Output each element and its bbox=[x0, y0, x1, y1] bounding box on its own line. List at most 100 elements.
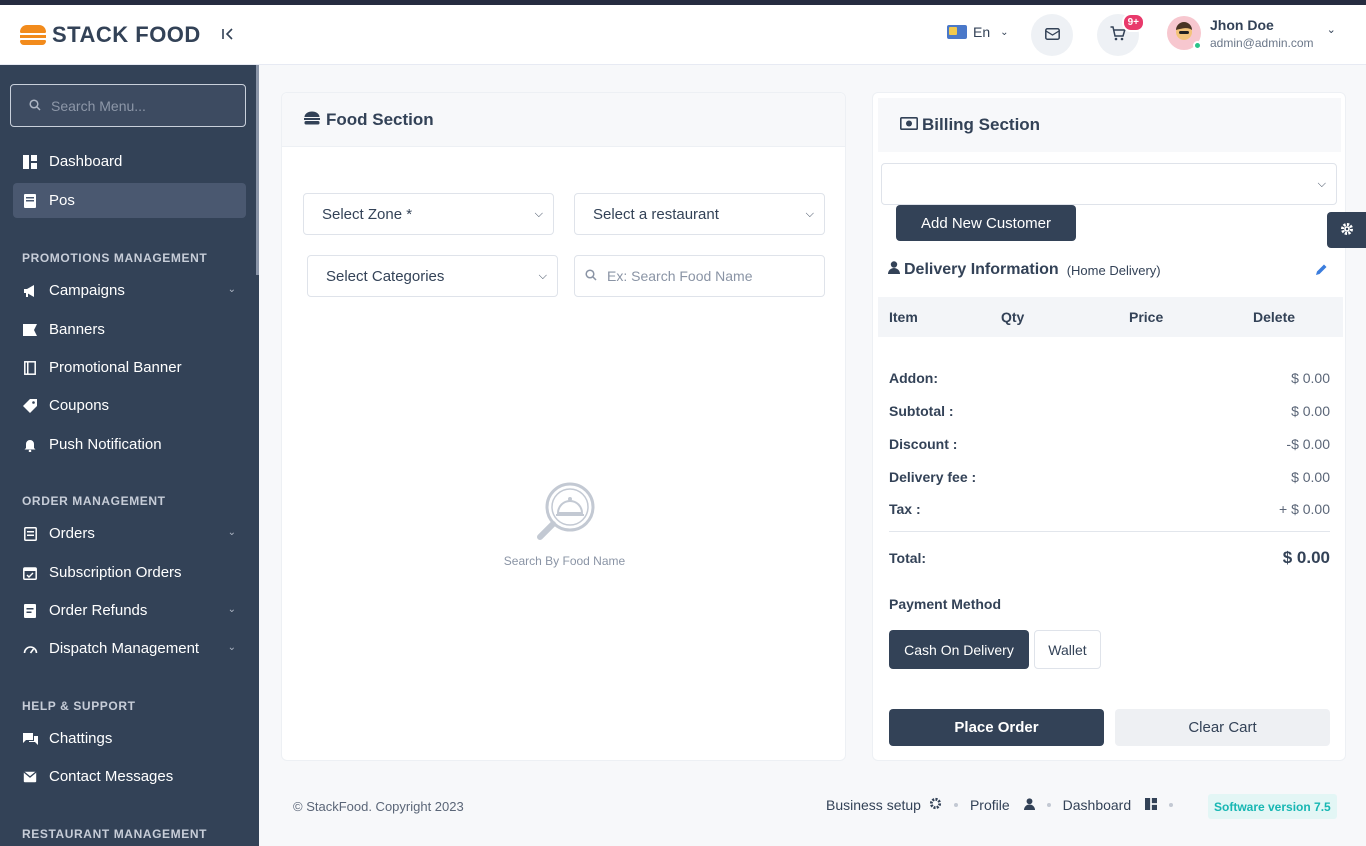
summary-label: Discount : bbox=[889, 436, 958, 452]
cart-table-header: Item Qty Price Delete bbox=[878, 297, 1343, 337]
pos-icon bbox=[22, 193, 38, 209]
food-section-header: Food Section bbox=[282, 93, 845, 147]
user-menu[interactable]: Jhon Doe admin@admin.com ⌄ bbox=[1167, 16, 1336, 50]
gauge-icon bbox=[22, 641, 38, 657]
chat-icon bbox=[22, 731, 38, 747]
summary-value: $ 0.00 bbox=[1291, 469, 1330, 485]
dashboard-link[interactable]: Dashboard bbox=[1063, 797, 1132, 813]
brand-bar: STACK FOOD bbox=[0, 5, 259, 65]
sidebar-item-label: Order Refunds bbox=[49, 602, 148, 619]
summary-addon: Addon: $ 0.00 bbox=[889, 370, 1330, 386]
column-item: Item bbox=[889, 309, 918, 325]
summary-total: Total: $ 0.00 bbox=[889, 548, 1330, 568]
empty-state: Search By Food Name bbox=[282, 477, 847, 568]
cart-button[interactable]: 9+ bbox=[1097, 13, 1145, 56]
zone-select[interactable]: Select Zone * ⌵ bbox=[303, 193, 554, 235]
user-icon bbox=[888, 261, 900, 279]
restaurant-select[interactable]: Select a restaurant ⌵ bbox=[574, 193, 825, 235]
sidebar-item-promotional-banner[interactable]: Promotional Banner bbox=[13, 350, 246, 385]
sidebar-item-contact-messages[interactable]: Contact Messages bbox=[13, 759, 246, 794]
sidebar-item-label: Campaigns bbox=[49, 282, 125, 299]
chevron-down-icon: ⌄ bbox=[1000, 26, 1009, 38]
collapse-sidebar-icon[interactable] bbox=[222, 27, 234, 44]
chevron-down-icon: ⌵ bbox=[534, 208, 543, 220]
summary-tax: Tax : + $ 0.00 bbox=[889, 501, 1330, 517]
sidebar-item-dashboard[interactable]: Dashboard bbox=[13, 144, 246, 179]
bell-icon bbox=[22, 437, 38, 453]
summary-value: -$ 0.00 bbox=[1286, 436, 1330, 452]
sidebar-scrollbar[interactable] bbox=[256, 65, 259, 275]
sidebar-item-coupons[interactable]: Coupons bbox=[13, 388, 246, 423]
sidebar-item-chattings[interactable]: Chattings bbox=[13, 721, 246, 756]
user-name: Jhon Doe bbox=[1210, 16, 1274, 33]
chevron-down-icon: ⌄ bbox=[1326, 23, 1336, 36]
footer-links: Business setup Profile Dashboard bbox=[826, 797, 1177, 813]
payment-method-title: Payment Method bbox=[889, 596, 1002, 612]
delivery-information: Delivery Information (Home Delivery) bbox=[888, 261, 1161, 279]
sidebar-item-label: Dispatch Management bbox=[49, 640, 200, 657]
section-title-help: HELP & SUPPORT bbox=[22, 699, 136, 713]
chevron-down-icon: ⌄ bbox=[227, 642, 236, 653]
sidebar-item-push-notification[interactable]: Push Notification bbox=[13, 427, 246, 462]
messages-button[interactable] bbox=[1031, 14, 1073, 56]
sidebar-item-label: Contact Messages bbox=[49, 768, 174, 785]
billing-section-card: Billing Section ⌵ Add New Customer Deliv… bbox=[872, 92, 1346, 761]
language-selector[interactable]: En ⌄ bbox=[947, 24, 1009, 40]
search-menu[interactable] bbox=[10, 84, 246, 127]
brand-name: STACK FOOD bbox=[52, 21, 201, 47]
chevron-down-icon: ⌄ bbox=[227, 284, 236, 295]
summary-label: Addon: bbox=[889, 370, 938, 386]
food-section-title: Food Section bbox=[326, 109, 434, 129]
billing-section-title: Billing Section bbox=[922, 115, 1041, 134]
tag-icon bbox=[22, 398, 38, 414]
categories-select-value: Select Categories bbox=[326, 267, 445, 285]
gear-icon bbox=[1340, 222, 1354, 239]
wallet-button[interactable]: Wallet bbox=[1034, 630, 1101, 669]
sidebar-item-pos[interactable]: Pos bbox=[13, 183, 246, 218]
summary-delivery-fee: Delivery fee : $ 0.00 bbox=[889, 469, 1330, 485]
logo[interactable]: STACK FOOD bbox=[20, 22, 201, 48]
sidebar-item-order-refunds[interactable]: Order Refunds ⌄ bbox=[13, 593, 246, 628]
clear-cart-button[interactable]: Clear Cart bbox=[1115, 709, 1330, 746]
chevron-down-icon: ⌵ bbox=[805, 208, 814, 220]
column-price: Price bbox=[1129, 309, 1164, 325]
search-icon bbox=[585, 268, 597, 284]
categories-select[interactable]: Select Categories ⌵ bbox=[307, 255, 558, 297]
add-new-customer-button[interactable]: Add New Customer bbox=[896, 205, 1076, 241]
user-icon bbox=[1023, 797, 1035, 813]
sidebar-item-banners[interactable]: Banners bbox=[13, 312, 246, 347]
total-value: $ 0.00 bbox=[1282, 548, 1330, 567]
sidebar-item-label: Banners bbox=[49, 321, 105, 338]
language-label: En bbox=[973, 24, 991, 40]
dashboard-icon bbox=[22, 154, 38, 170]
edit-delivery-icon[interactable] bbox=[1315, 263, 1328, 279]
place-order-button[interactable]: Place Order bbox=[889, 709, 1104, 746]
sidebar-item-orders[interactable]: Orders ⌄ bbox=[13, 516, 246, 551]
restaurant-select-value: Select a restaurant bbox=[593, 205, 719, 223]
sidebar-item-subscription-orders[interactable]: Subscription Orders bbox=[13, 555, 246, 590]
sidebar-item-label: Coupons bbox=[49, 397, 110, 414]
food-search-box[interactable] bbox=[574, 255, 825, 297]
sidebar-item-dispatch-management[interactable]: Dispatch Management ⌄ bbox=[13, 631, 246, 666]
sidebar-item-campaigns[interactable]: Campaigns ⌄ bbox=[13, 273, 246, 308]
settings-tab[interactable] bbox=[1327, 212, 1366, 248]
calendar-check-icon bbox=[22, 565, 38, 581]
section-title-promotions: PROMOTIONS MANAGEMENT bbox=[22, 251, 208, 265]
business-setup-link[interactable]: Business setup bbox=[826, 797, 921, 813]
search-menu-input[interactable] bbox=[51, 97, 231, 114]
chevron-down-icon: ⌄ bbox=[227, 604, 236, 615]
copyright: © StackFood. Copyright 2023 bbox=[293, 799, 464, 814]
sidebar: Dashboard Pos PROMOTIONS MANAGEMENT Camp… bbox=[0, 65, 259, 846]
billing-section-header: Billing Section bbox=[878, 98, 1341, 152]
food-search-input[interactable] bbox=[607, 268, 807, 284]
profile-link[interactable]: Profile bbox=[970, 797, 1010, 813]
summary-value: $ 0.00 bbox=[1291, 370, 1330, 386]
sidebar-item-label: Chattings bbox=[49, 730, 113, 747]
search-icon bbox=[29, 98, 41, 114]
customer-select[interactable]: ⌵ bbox=[881, 163, 1337, 205]
summary-label: Subtotal : bbox=[889, 403, 954, 419]
summary-value: $ 0.00 bbox=[1291, 403, 1330, 419]
cash-on-delivery-button[interactable]: Cash On Delivery bbox=[889, 630, 1029, 669]
search-food-illustration-icon bbox=[532, 482, 598, 544]
avatar bbox=[1167, 16, 1202, 50]
